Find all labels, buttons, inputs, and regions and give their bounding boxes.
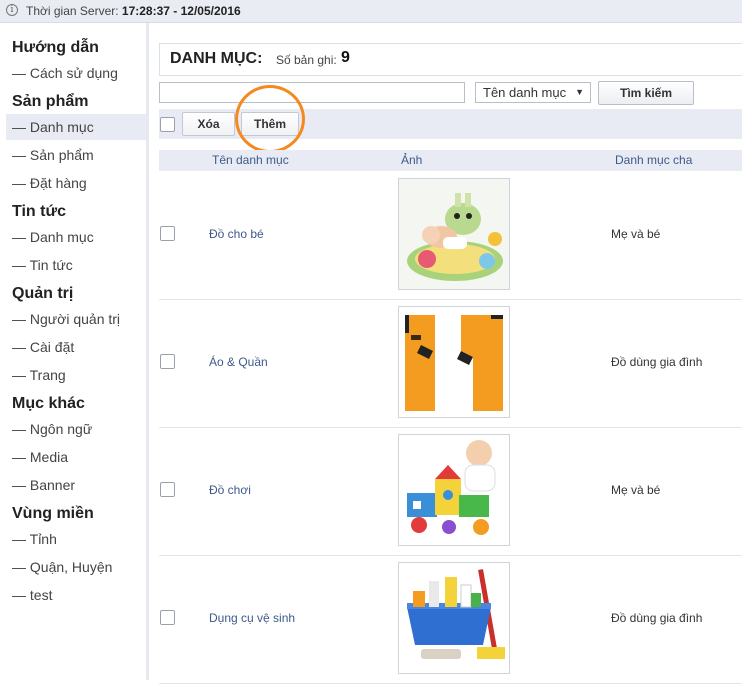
record-count-value: 9 [341,49,350,66]
toddler-with-toys-image [398,434,510,546]
sidebar-section-muc-khac: Mục khác [12,395,85,412]
sidebar-section-quan-tri: Quản trị [12,285,74,302]
column-header-parent: Danh mục cha [615,153,693,167]
caret-down-icon: ▼ [575,87,584,97]
category-name-link[interactable]: Đồ chơi [209,483,251,497]
table-row: Áo & Quần Đồ dùng gia đình [159,299,742,428]
table-row: Đồ cho bé Mẹ và bé [159,171,742,300]
category-name-link[interactable]: Áo & Quần [209,355,268,369]
server-time-value: 17:28:37 - 12/05/2016 [121,4,241,18]
sidebar-item-test[interactable]: — test [6,582,146,608]
column-header-image: Ảnh [401,153,423,167]
column-header-name: Tên danh mục [212,153,289,167]
sidebar-section-huong-dan: Hướng dẫn [12,39,99,56]
highlight-circle [235,85,305,153]
page-title: DANH MỤC: [170,50,263,67]
sidebar-item-trang[interactable]: — Trang [6,362,146,388]
sidebar-item-danh-muc-san-pham[interactable]: — Danh mục [6,114,146,140]
search-input[interactable] [159,82,465,103]
sidebar-item-nguoi-quan-tri[interactable]: — Người quản trị [6,306,146,332]
record-count-label: Số bản ghi: [276,53,337,67]
cleaning-supplies-image [398,562,510,674]
orange-shirt-image [398,306,510,418]
sidebar-item-quan-huyen[interactable]: — Quận, Huyện [6,554,146,580]
category-name-link[interactable]: Dụng cụ vệ sinh [209,611,295,625]
sidebar-item-cai-dat[interactable]: — Cài đặt [6,334,146,360]
server-time-label: Thời gian Server: [26,4,122,18]
server-time-bar: i Thời gian Server: 17:28:37 - 12/05/201… [0,0,742,23]
sidebar-section-san-pham: Sản phẩm [12,93,89,110]
row-checkbox[interactable] [160,482,175,497]
baby-on-play-mat-image [398,178,510,290]
select-all-checkbox[interactable] [160,117,175,132]
server-time: Thời gian Server: 17:28:37 - 12/05/2016 [26,0,241,22]
sidebar-item-banner[interactable]: — Banner [6,472,146,498]
parent-category: Đồ dùng gia đình [611,355,703,369]
row-checkbox[interactable] [160,226,175,241]
page-header: DANH MỤC: Số bản ghi: 9 [159,43,742,76]
row-checkbox[interactable] [160,354,175,369]
parent-category: Đồ dùng gia đình [611,611,703,625]
sidebar-section-tin-tuc: Tin tức [12,203,66,220]
filter-select-value: Tên danh mục [483,85,567,100]
category-name-link[interactable]: Đồ cho bé [209,227,264,241]
row-checkbox[interactable] [160,610,175,625]
filter-select[interactable]: Tên danh mục ▼ [475,82,591,103]
table-row: Đồ chơi Mẹ và bé [159,427,742,556]
parent-category: Mẹ và bé [611,483,661,497]
parent-category: Mẹ và bé [611,227,661,241]
table-row: Dụng cụ vệ sinh Đồ dùng gia đình [159,555,742,684]
sidebar-item-tinh[interactable]: — Tỉnh [6,526,146,552]
sidebar-item-cach-su-dung[interactable]: — Cách sử dụng [6,60,146,86]
sidebar-item-san-pham[interactable]: — Sản phẩm [6,142,146,168]
sidebar: Hướng dẫn — Cách sử dụng Sản phẩm — Danh… [0,23,149,680]
sidebar-section-vung-mien: Vùng miền [12,505,94,522]
table-header: Tên danh mục Ảnh Danh mục cha [159,150,742,171]
sidebar-item-danh-muc-tin-tuc[interactable]: — Danh mục [6,224,146,250]
sidebar-item-dat-hang[interactable]: — Đặt hàng [6,170,146,196]
sidebar-item-ngon-ngu[interactable]: — Ngôn ngữ [6,416,146,442]
info-icon: i [6,4,18,16]
sidebar-item-tin-tuc[interactable]: — Tin tức [6,252,146,278]
delete-button[interactable]: Xóa [182,112,235,136]
sidebar-item-media[interactable]: — Media [6,444,146,470]
main-content: DANH MỤC: Số bản ghi: 9 Tên danh mục ▼ T… [159,23,742,684]
search-button[interactable]: Tìm kiếm [598,81,694,105]
